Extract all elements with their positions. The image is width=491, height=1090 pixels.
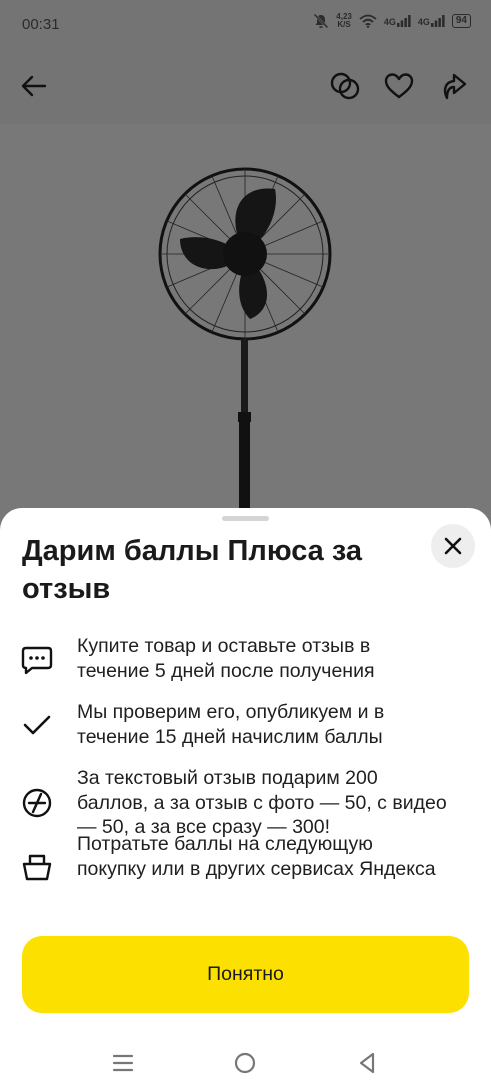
net-speed-unit: K/S xyxy=(337,20,351,29)
close-icon xyxy=(444,537,462,555)
review-points-sheet: Дарим баллы Плюса за отзыв Купите товар … xyxy=(0,508,491,1090)
heart-icon xyxy=(384,73,414,99)
signal-sim1: 4G xyxy=(384,15,411,27)
app-top-bar xyxy=(0,48,491,124)
back-arrow-icon xyxy=(21,75,47,97)
mute-bell-icon xyxy=(313,13,329,29)
system-back-button[interactable] xyxy=(352,1048,382,1078)
sheet-grabber[interactable] xyxy=(222,516,269,521)
status-icons: 4,23 K/S 4G 4G 94 xyxy=(313,13,471,29)
signal-sim2: 4G xyxy=(418,15,445,27)
system-nav-bar xyxy=(0,1034,491,1090)
step-text: Потратьте баллы на следующую покупку или… xyxy=(77,833,436,880)
plus-points-icon xyxy=(22,788,52,818)
check-icon xyxy=(23,715,51,735)
top-actions xyxy=(329,70,469,102)
net-speed: 4,23 K/S xyxy=(336,13,352,29)
product-image xyxy=(0,124,491,552)
sheet-title: Дарим баллы Плюса за отзыв xyxy=(22,535,363,605)
battery-indicator: 94 xyxy=(451,14,471,28)
got-it-button[interactable]: Понятно xyxy=(22,936,469,1013)
sim1-label: 4G xyxy=(383,17,396,27)
menu-icon xyxy=(112,1054,134,1072)
step-text: За текстовый отзыв подарим 200 баллов, а… xyxy=(77,767,447,838)
back-button[interactable] xyxy=(18,70,50,102)
share-button[interactable] xyxy=(437,70,469,102)
step-text: Купите товар и оставьте отзыв в течение … xyxy=(77,635,375,682)
menu-button[interactable] xyxy=(108,1048,138,1078)
compare-icon xyxy=(330,72,360,100)
basket-icon xyxy=(22,854,52,881)
back-icon xyxy=(359,1052,375,1074)
chat-bubble-icon xyxy=(21,646,53,675)
signal-bars-icon xyxy=(430,15,445,27)
status-bar: 00:31 4,23 K/S 4G 4G 94 xyxy=(0,0,491,48)
favorite-button[interactable] xyxy=(383,70,415,102)
home-icon xyxy=(234,1052,256,1074)
sim2-label: 4G xyxy=(417,17,430,27)
fan-product-image xyxy=(158,167,332,552)
close-button[interactable] xyxy=(431,524,475,568)
compare-button[interactable] xyxy=(329,70,361,102)
signal-bars-icon xyxy=(396,15,411,27)
step-text: Мы проверим его, опубликуем и в течение … xyxy=(77,701,385,748)
home-button[interactable] xyxy=(230,1048,260,1078)
status-time: 00:31 xyxy=(22,16,60,33)
share-icon xyxy=(443,73,467,100)
wifi-icon xyxy=(359,14,377,28)
